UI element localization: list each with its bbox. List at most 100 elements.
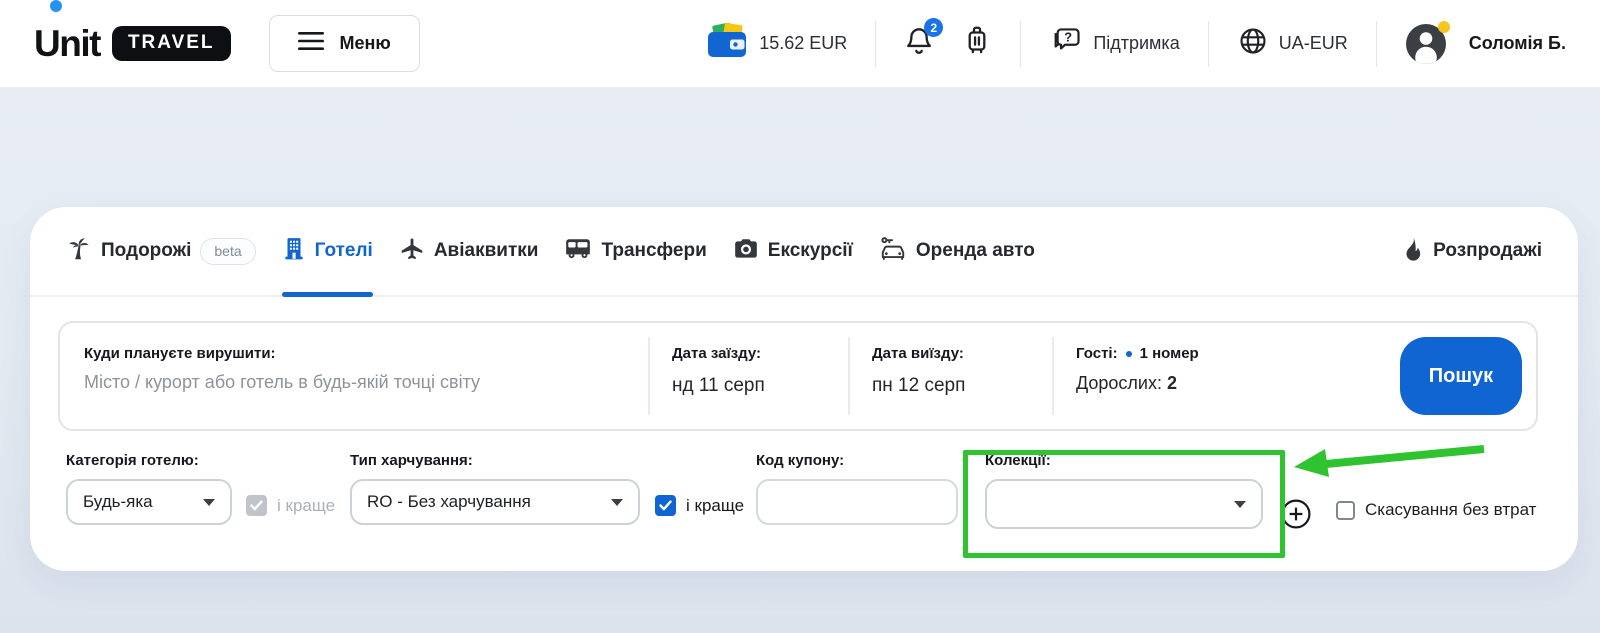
tab-transfers-label: Трансфери	[601, 240, 706, 262]
hotel-search-bar: Куди плануєте вирушити: Дата заїзду: нд …	[58, 321, 1538, 431]
tab-excursions-label: Екскурсії	[768, 240, 853, 262]
wallet-icon	[707, 23, 749, 64]
locale-currency-selector[interactable]: UA-EUR	[1237, 25, 1348, 62]
coupon-filter: Код купону:	[756, 452, 958, 525]
tab-trips-label: Подорожі	[101, 240, 191, 262]
checkout-label: Дата виїзду:	[872, 345, 1052, 362]
hotel-category-value: Будь-яка	[83, 492, 153, 512]
coupon-input[interactable]	[756, 479, 958, 525]
avatar	[1405, 23, 1447, 65]
guests-label: Гості:	[1076, 345, 1118, 362]
svg-text:?: ?	[1065, 30, 1073, 45]
notification-count-badge: 2	[924, 18, 943, 37]
logo-text: Unit	[34, 23, 100, 65]
logo-travel-badge: TRAVEL	[112, 26, 231, 61]
trips-luggage-button[interactable]	[962, 24, 992, 63]
globe-icon	[1237, 25, 1269, 62]
tab-flights-label: Авіаквитки	[434, 240, 539, 262]
meal-type-value: RO - Без харчування	[367, 492, 531, 512]
checkin-label: Дата заїзду:	[672, 345, 848, 362]
checkbox-checked-icon	[655, 495, 676, 516]
destination-label: Куди плануєте вирушити:	[84, 345, 648, 362]
meal-and-better-label: і краще	[686, 496, 744, 516]
checkin-date-field[interactable]: Дата заїзду: нд 11 серп	[650, 323, 848, 429]
header-divider	[875, 21, 876, 67]
adults-value: 2	[1167, 373, 1177, 393]
plane-icon	[399, 236, 425, 267]
free-cancellation-label: Скасування без втрат	[1365, 500, 1536, 520]
checkbox-checked-disabled-icon	[246, 495, 267, 516]
checkin-value: нд 11 серп	[672, 375, 848, 397]
car-key-icon	[879, 236, 907, 267]
wallet-balance[interactable]: 15.62 EUR	[707, 23, 847, 64]
luggage-icon	[962, 24, 992, 63]
locale-label: UA-EUR	[1279, 33, 1348, 54]
tab-transfers[interactable]: Трансфери	[564, 207, 706, 295]
user-name: Соломія Б.	[1469, 33, 1566, 54]
support-label: Підтримка	[1093, 33, 1179, 54]
hotel-category-select[interactable]: Будь-яка	[66, 479, 232, 525]
free-cancellation-checkbox[interactable]: Скасування без втрат	[1336, 500, 1536, 520]
hamburger-icon	[298, 31, 324, 56]
tab-car-rental[interactable]: Оренда авто	[879, 207, 1035, 295]
header-divider	[1376, 21, 1377, 67]
tab-excursions[interactable]: Екскурсії	[733, 207, 853, 295]
annotation-arrow	[1284, 438, 1496, 484]
chevron-down-icon	[611, 499, 623, 506]
search-card: Подорожі beta Готелі	[30, 207, 1578, 571]
collections-label: Колекції:	[985, 452, 1263, 469]
top-header: Unit TRAVEL Меню 15.62 EUR	[0, 0, 1600, 88]
header-divider	[1208, 21, 1209, 67]
bus-icon	[564, 237, 592, 266]
tab-flights[interactable]: Авіаквитки	[399, 207, 539, 295]
menu-button-label: Меню	[340, 33, 391, 54]
logo-blue-dot	[50, 0, 62, 12]
hotel-category-label: Категорія готелю:	[66, 452, 232, 469]
camera-icon	[733, 237, 759, 266]
meal-type-select[interactable]: RO - Без харчування	[350, 479, 640, 525]
adults-label: Дорослих:	[1076, 373, 1162, 393]
chevron-down-icon	[1234, 501, 1246, 508]
add-filter-button[interactable]	[1280, 498, 1312, 530]
tab-trips[interactable]: Подорожі beta	[66, 207, 256, 295]
destination-input[interactable]	[84, 372, 614, 393]
support-button[interactable]: ? Підтримка	[1049, 25, 1179, 62]
collections-select[interactable]	[985, 479, 1263, 529]
sales-link-label: Розпродажі	[1433, 240, 1542, 262]
guests-field[interactable]: Гості: 1 номер Дорослих: 2	[1054, 323, 1400, 429]
tab-car-rental-label: Оренда авто	[916, 240, 1035, 262]
meal-type-filter: Тип харчування: RO - Без харчування	[350, 452, 640, 525]
category-and-better-checkbox[interactable]: і краще	[246, 495, 335, 516]
meal-and-better-checkbox[interactable]: і краще	[655, 495, 744, 516]
product-tabs: Подорожі beta Готелі	[30, 207, 1578, 297]
avatar-status-dot	[1438, 21, 1450, 33]
flame-icon	[1402, 236, 1424, 267]
meal-type-label: Тип харчування:	[350, 452, 640, 469]
hotel-category-filter: Категорія готелю: Будь-яка	[66, 452, 232, 525]
palm-icon	[66, 236, 92, 267]
destination-field[interactable]: Куди плануєте вирушити:	[60, 323, 648, 429]
search-button-area: Пошук	[1400, 323, 1536, 429]
guests-rooms-value: 1 номер	[1140, 345, 1199, 362]
header-divider	[1020, 21, 1021, 67]
search-button[interactable]: Пошук	[1400, 337, 1522, 415]
tab-hotels-label: Готелі	[315, 240, 373, 262]
chevron-down-icon	[203, 499, 215, 506]
logo[interactable]: Unit TRAVEL	[34, 23, 231, 65]
checkout-date-field[interactable]: Дата виїзду: пн 12 серп	[850, 323, 1052, 429]
category-and-better-label: і краще	[277, 496, 335, 516]
chat-question-icon: ?	[1049, 25, 1083, 62]
menu-button[interactable]: Меню	[269, 15, 420, 72]
collections-filter: Колекції:	[985, 452, 1263, 529]
user-account[interactable]: Соломія Б.	[1405, 23, 1566, 65]
beta-badge: beta	[200, 238, 255, 265]
sales-link[interactable]: Розпродажі	[1402, 236, 1542, 267]
checkbox-unchecked-icon	[1336, 501, 1355, 520]
hotel-icon	[282, 236, 306, 267]
checkout-value: пн 12 серп	[872, 375, 1052, 397]
tab-hotels[interactable]: Готелі	[282, 207, 373, 295]
notifications-button[interactable]: 2	[904, 25, 934, 62]
guests-dot-icon	[1126, 351, 1132, 357]
coupon-label: Код купону:	[756, 452, 958, 469]
wallet-amount: 15.62 EUR	[759, 33, 847, 54]
